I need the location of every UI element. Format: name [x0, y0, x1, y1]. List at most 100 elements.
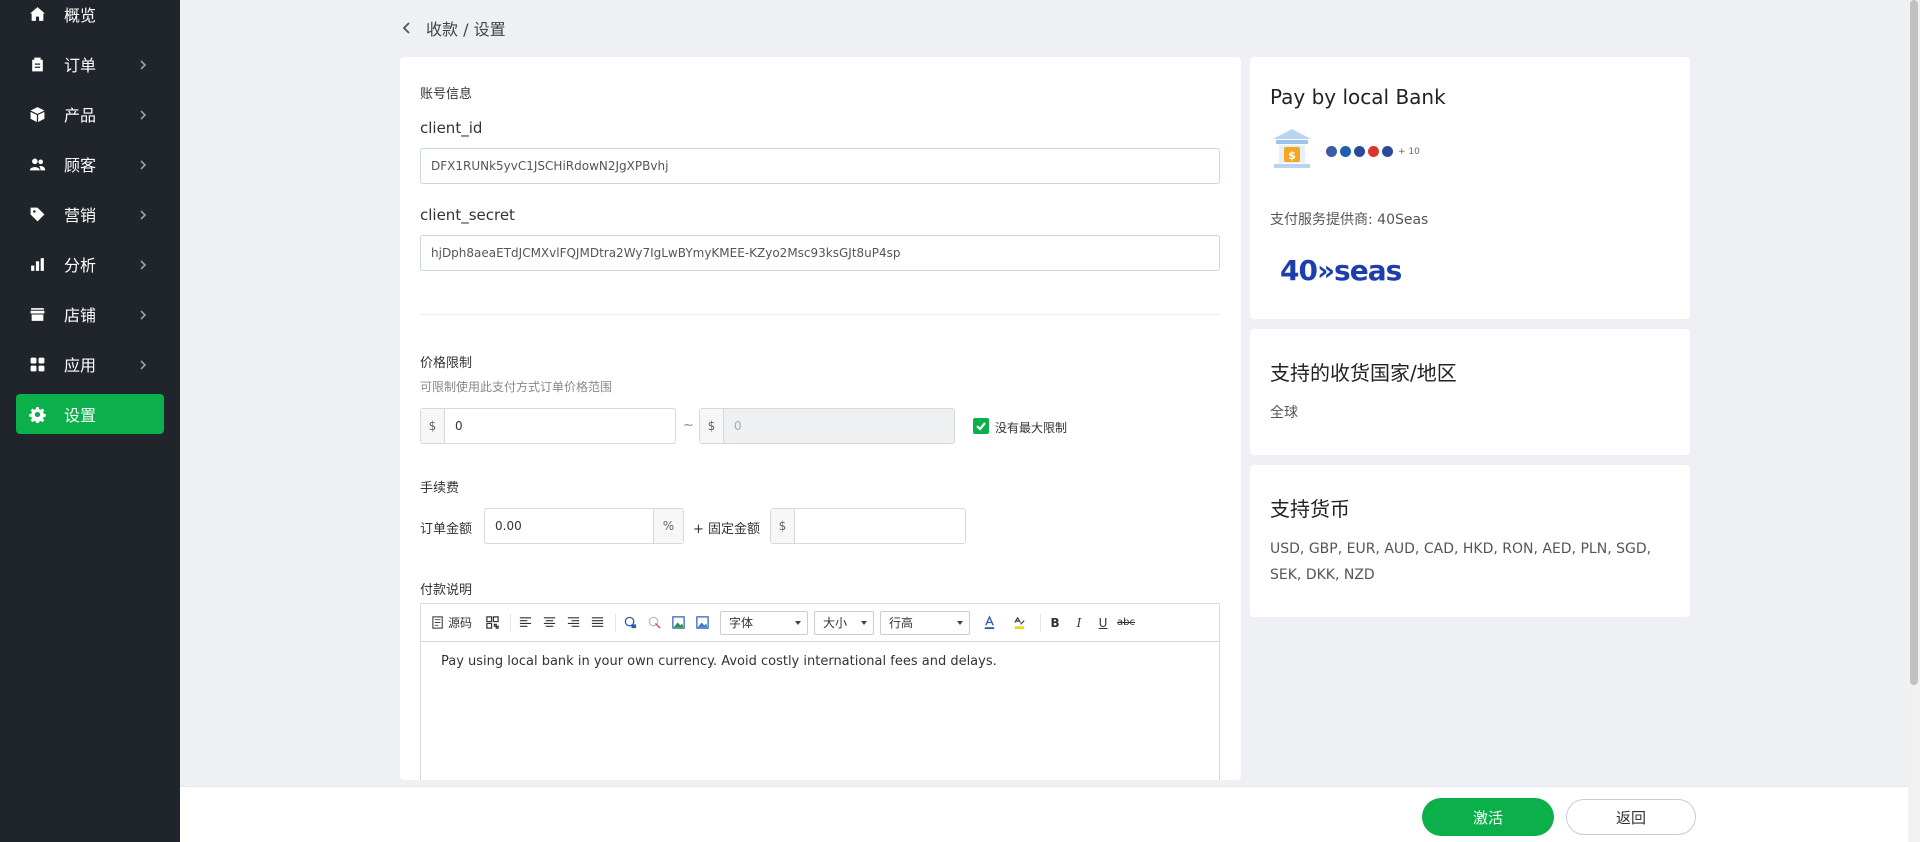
chevron-right-icon	[136, 207, 150, 221]
rich-text-editor[interactable]: 源码 字体 大小 行高 B I U abc Pay using local ba…	[420, 603, 1220, 780]
sidebar-item-label: 店铺	[64, 306, 97, 325]
currency-title: 支持货币	[1270, 497, 1350, 521]
description-label: 付款说明	[420, 583, 473, 598]
link-icon[interactable]	[620, 611, 640, 635]
supported-currency-panel: 支持货币 USD, GBP, EUR, AUD, CAD, HKD, RON, …	[1250, 465, 1690, 617]
breadcrumb: 收款 / 设置	[400, 16, 506, 40]
font-size-select[interactable]: 大小	[814, 610, 875, 635]
source-button[interactable]: 源码	[431, 611, 472, 635]
toolbar-divider	[510, 613, 512, 632]
sidebar-item-overview[interactable]: 概览	[16, 0, 164, 34]
fee-percent-value[interactable]: 0.00	[485, 509, 653, 543]
italic-icon[interactable]: I	[1069, 611, 1089, 635]
canada-flag-icon	[1368, 146, 1379, 157]
payment-method-panel: Pay by local Bank $ + 10 支付服务提供商: 40Seas…	[1250, 57, 1690, 319]
sidebar-item-analytics[interactable]: 分析	[16, 244, 164, 284]
line-height-select[interactable]: 行高	[880, 610, 971, 635]
sidebar-item-label: 分析	[64, 256, 97, 275]
clipboard-icon	[28, 55, 46, 73]
underline-icon[interactable]: U	[1093, 611, 1113, 635]
provider-text: 支付服务提供商: 40Seas	[1270, 212, 1429, 228]
scrollbar-thumb[interactable]	[1910, 0, 1918, 685]
sidebar-item-products[interactable]: 产品	[16, 94, 164, 134]
image-upload-icon[interactable]	[692, 611, 712, 635]
check-icon	[976, 422, 986, 431]
home-icon	[28, 5, 46, 23]
qr-code-icon[interactable]	[482, 611, 502, 635]
svg-text:$: $	[1288, 149, 1296, 162]
bank-icon: $	[1273, 129, 1311, 168]
chevron-right-icon	[136, 307, 150, 321]
highlight-color-icon[interactable]	[1006, 611, 1032, 635]
order-amount-label: 订单金额	[420, 522, 473, 537]
sidebar-item-label: 订单	[64, 56, 97, 75]
bar-chart-icon	[28, 255, 46, 273]
client-secret-input[interactable]: hjDph8aeaETdJCMXvlFQJMDtra2Wy7IgLwBYmyKM…	[420, 235, 1220, 271]
price-limit-hint: 可限制使用此支付方式订单价格范围	[420, 380, 613, 394]
settings-form-card: 账号信息 client_id DFX1RUNk5yvC1JSCHiRdowN2J…	[400, 57, 1241, 780]
country-flags: + 10	[1326, 146, 1420, 157]
account-section-label: 账号信息	[420, 87, 473, 102]
client-id-label: client_id	[420, 119, 483, 137]
editor-content[interactable]: Pay using local bank in your own currenc…	[421, 642, 1219, 681]
price-max-value: 0	[734, 419, 742, 433]
eu-flag-icon	[1340, 146, 1351, 157]
sidebar-item-store[interactable]: 店铺	[16, 294, 164, 334]
regions-title: 支持的收货国家/地区	[1270, 361, 1457, 385]
sidebar-item-apps[interactable]: 应用	[16, 344, 164, 384]
currency-prefix: $	[421, 409, 445, 443]
client-id-input[interactable]: DFX1RUNk5yvC1JSCHiRdowN2JgXPBvhj	[420, 148, 1220, 184]
price-max-input: $ 0	[699, 408, 955, 444]
divider	[420, 314, 1220, 315]
box-icon	[28, 105, 46, 123]
align-justify-icon[interactable]	[587, 611, 607, 635]
sidebar-item-marketing[interactable]: 营销	[16, 194, 164, 234]
tag-icon	[28, 205, 46, 223]
align-center-icon[interactable]	[539, 611, 559, 635]
users-icon	[28, 155, 46, 173]
price-min-value[interactable]: 0	[445, 409, 675, 443]
gear-icon	[28, 405, 46, 423]
percent-suffix: %	[653, 509, 683, 543]
bold-icon[interactable]: B	[1045, 611, 1065, 635]
sidebar-item-settings[interactable]: 设置	[16, 394, 164, 434]
price-limit-label: 价格限制	[420, 356, 473, 371]
sidebar-item-label: 营销	[64, 206, 97, 225]
range-separator: ~	[683, 418, 694, 433]
chevron-left-icon[interactable]	[400, 19, 418, 37]
back-button[interactable]: 返回	[1566, 799, 1696, 835]
sidebar-item-label: 顾客	[64, 156, 97, 175]
no-max-limit-label[interactable]: 没有最大限制	[995, 419, 1067, 436]
align-right-icon[interactable]	[563, 611, 583, 635]
editor-toolbar: 源码 字体 大小 行高 B I U abc	[421, 604, 1219, 642]
currency-value: USD, GBP, EUR, AUD, CAD, HKD, RON, AED, …	[1270, 541, 1652, 583]
sidebar-item-orders[interactable]: 订单	[16, 44, 164, 84]
client-secret-label: client_secret	[420, 206, 515, 224]
supported-regions-panel: 支持的收货国家/地区 全球	[1250, 329, 1690, 455]
image-icon[interactable]	[668, 611, 688, 635]
strikethrough-icon[interactable]: abc	[1117, 611, 1135, 635]
fee-percent-input[interactable]: 0.00 %	[484, 508, 684, 544]
font-family-select[interactable]: 字体	[720, 610, 809, 635]
price-min-input[interactable]: $ 0	[420, 408, 676, 444]
fee-fixed-value[interactable]	[795, 509, 965, 543]
fee-fixed-input[interactable]: $	[770, 508, 966, 544]
source-code-icon	[432, 616, 443, 629]
provider-logo: 40»seas	[1280, 254, 1402, 287]
no-max-limit-checkbox[interactable]	[973, 418, 989, 434]
size-select-label: 大小	[823, 616, 848, 630]
sidebar-item-customers[interactable]: 顾客	[16, 144, 164, 184]
align-left-icon[interactable]	[515, 611, 535, 635]
unlink-icon[interactable]	[644, 611, 664, 635]
uk-flag-icon	[1354, 146, 1365, 157]
store-icon	[28, 305, 46, 323]
fixed-prefix: $	[771, 509, 795, 543]
font-color-icon[interactable]	[976, 611, 1002, 635]
activate-button[interactable]: 激活	[1422, 798, 1554, 836]
chevron-right-icon	[136, 57, 150, 71]
line-height-label: 行高	[889, 616, 914, 630]
toolbar-divider	[1040, 613, 1042, 632]
sidebar: 概览 订单 产品 顾客 营销 分析 店铺 应用 设置	[0, 0, 180, 842]
chevron-right-icon	[136, 107, 150, 121]
breadcrumb-text[interactable]: 收款 / 设置	[426, 16, 506, 40]
